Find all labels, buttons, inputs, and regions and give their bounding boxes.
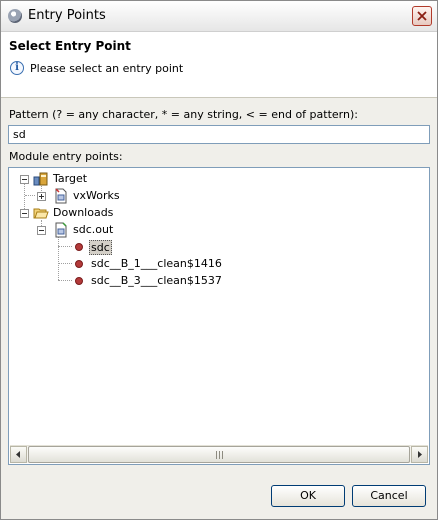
module-file-icon: [55, 222, 67, 238]
tree-node-label: sdc__B_1___clean$1416: [91, 257, 222, 270]
dialog-header: Select Entry Point i Please select an en…: [1, 32, 437, 98]
folder-open-icon: [33, 208, 49, 219]
tree-node-label: Downloads: [53, 206, 114, 219]
horizontal-scrollbar[interactable]: [10, 445, 428, 463]
target-icon: [33, 172, 48, 186]
tree-connector: [58, 280, 72, 281]
close-icon: [417, 11, 427, 21]
collapse-toggle[interactable]: [37, 226, 46, 235]
close-button[interactable]: [412, 6, 432, 26]
window-title: Entry Points: [28, 8, 106, 23]
pattern-input[interactable]: [8, 125, 430, 144]
app-icon: [8, 9, 22, 23]
ok-button[interactable]: OK: [271, 485, 345, 507]
entry-point-icon: [75, 260, 83, 268]
collapse-toggle[interactable]: [20, 175, 29, 184]
tree-node-label: vxWorks: [73, 189, 120, 202]
tree-node-label: sdc: [89, 240, 112, 255]
cancel-button[interactable]: Cancel: [352, 485, 426, 507]
tree-node-label: Target: [53, 172, 88, 185]
scroll-right-button[interactable]: [411, 446, 428, 463]
arrow-right-icon: [418, 451, 422, 458]
expand-toggle[interactable]: [37, 192, 46, 201]
tree-connector: [58, 246, 72, 247]
entry-point-icon: [75, 277, 83, 285]
header-message: Please select an entry point: [30, 62, 184, 75]
header-title: Select Entry Point: [9, 39, 131, 53]
pattern-label: Pattern (? = any character, * = any stri…: [9, 108, 358, 121]
module-file-icon: [55, 188, 67, 204]
entry-point-icon: [75, 243, 83, 251]
scroll-thumb[interactable]: [28, 446, 410, 463]
scroll-left-button[interactable]: [10, 446, 27, 463]
entry-points-dialog: Entry Points Select Entry Point i Please…: [0, 0, 438, 520]
title-bar[interactable]: Entry Points: [1, 1, 437, 32]
grip-icon: [216, 451, 223, 459]
tree-connector: [58, 263, 72, 264]
tree-node-label: sdc.out: [73, 223, 114, 236]
tree-node-label: sdc__B_3___clean$1537: [91, 274, 222, 287]
collapse-toggle[interactable]: [20, 209, 29, 218]
module-entry-points-label: Module entry points:: [9, 150, 123, 163]
tree-connector: [58, 234, 59, 280]
tree-connector: [25, 195, 35, 196]
entry-point-tree[interactable]: Target vxWorks Downloads sdc.out sdc sdc…: [8, 167, 430, 465]
arrow-left-icon: [16, 451, 20, 458]
info-icon: i: [10, 61, 24, 75]
